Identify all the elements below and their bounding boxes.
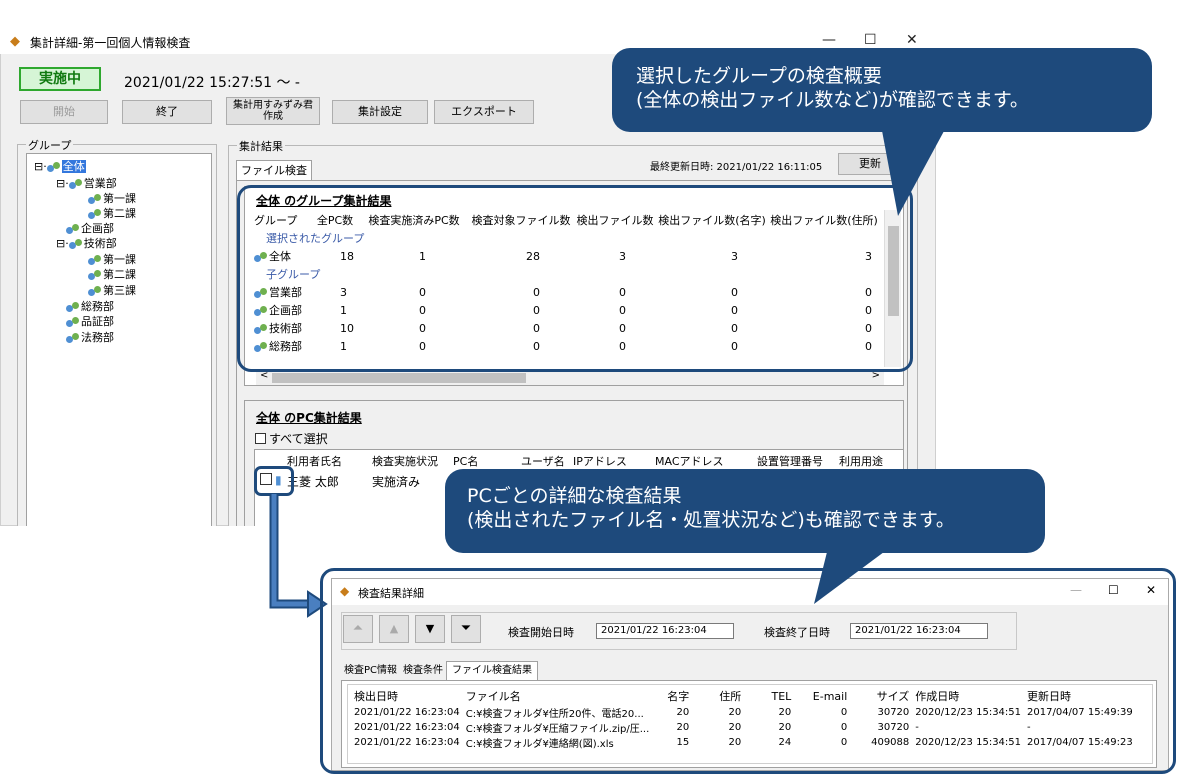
- tree-item[interactable]: 法務部: [66, 329, 114, 345]
- group-icon: [88, 253, 102, 265]
- group-icon: [66, 331, 80, 343]
- col-header[interactable]: 検査実施状況: [372, 453, 438, 469]
- group-icon: [66, 315, 80, 327]
- tree-item[interactable]: 品証部: [66, 313, 114, 329]
- checkbox[interactable]: [255, 433, 266, 444]
- start-button[interactable]: 開始: [20, 100, 108, 124]
- group-icon: [88, 268, 102, 280]
- select-all-checkbox[interactable]: すべて選択: [255, 430, 328, 447]
- minimize-icon[interactable]: —: [822, 32, 836, 48]
- group-icon: [68, 177, 83, 189]
- pc-section-title: 全体 のPC集計結果: [256, 411, 362, 425]
- callout-bottom: PCごとの詳細な検査結果 (検出されたファイル名・処置状況など)も確認できます。: [445, 469, 1045, 553]
- tree-item[interactable]: 第二課: [88, 205, 136, 221]
- group-icon: [66, 222, 80, 234]
- col-header[interactable]: IPアドレス: [573, 453, 627, 469]
- export-button[interactable]: エクスポート: [434, 100, 534, 124]
- tree-item[interactable]: 企画部: [66, 220, 114, 236]
- settings-button[interactable]: 集計設定: [332, 100, 428, 124]
- start-time: 2021/01/22 15:27:51 ～ -: [124, 75, 300, 91]
- close-icon[interactable]: ✕: [906, 32, 918, 48]
- col-header[interactable]: MACアドレス: [655, 453, 724, 469]
- tree-item[interactable]: ⊟· 営業部: [56, 175, 117, 191]
- callout-pointer: [880, 120, 950, 216]
- window-title: 集計詳細-第一回個人情報検査: [30, 36, 191, 50]
- col-header[interactable]: 利用者氏名: [287, 453, 342, 469]
- tree-item[interactable]: 第二課: [88, 266, 136, 282]
- highlight-ring: [254, 466, 294, 496]
- group-icon: [66, 300, 80, 312]
- status-badge: 実施中: [19, 67, 101, 91]
- end-button[interactable]: 終了: [122, 100, 212, 124]
- col-header[interactable]: ユーザ名: [521, 453, 565, 469]
- group-panel-label: グループ: [26, 137, 74, 153]
- tree-item[interactable]: 第三課: [88, 282, 136, 298]
- app-icon: ◆: [10, 34, 20, 49]
- group-icon: [88, 192, 102, 204]
- maximize-icon[interactable]: ☐: [864, 32, 877, 48]
- callout-top: 選択したグループの検査概要 (全体の検出ファイル数など)が確認できます。: [612, 48, 1152, 132]
- tree-item[interactable]: 第一課: [88, 251, 136, 267]
- group-icon: [88, 207, 102, 219]
- highlight-ring: [320, 568, 1176, 774]
- group-icon: [68, 237, 83, 249]
- tree-item-root[interactable]: ⊟· 全体: [34, 158, 86, 174]
- tree-item[interactable]: 第一課: [88, 190, 136, 206]
- col-header[interactable]: 設置管理番号: [757, 453, 823, 469]
- scroll-thumb[interactable]: [272, 373, 526, 383]
- tree-item[interactable]: ⊟· 技術部: [56, 235, 117, 251]
- tab-file-check[interactable]: ファイル検査: [236, 160, 312, 180]
- tree-item[interactable]: 総務部: [66, 298, 114, 314]
- horizontal-scrollbar[interactable]: < >: [256, 370, 884, 385]
- group-icon: [88, 284, 102, 296]
- last-updated: 最終更新日時: 2021/01/22 16:11:05: [650, 162, 823, 173]
- highlight-ring: [237, 185, 913, 372]
- results-panel-label: 集計結果: [237, 138, 285, 154]
- col-header[interactable]: PC名: [453, 453, 478, 469]
- col-header[interactable]: 利用用途: [839, 453, 883, 469]
- group-icon: [46, 160, 61, 172]
- create-agent-button[interactable]: 集計用すみずみ君 作成: [226, 97, 320, 125]
